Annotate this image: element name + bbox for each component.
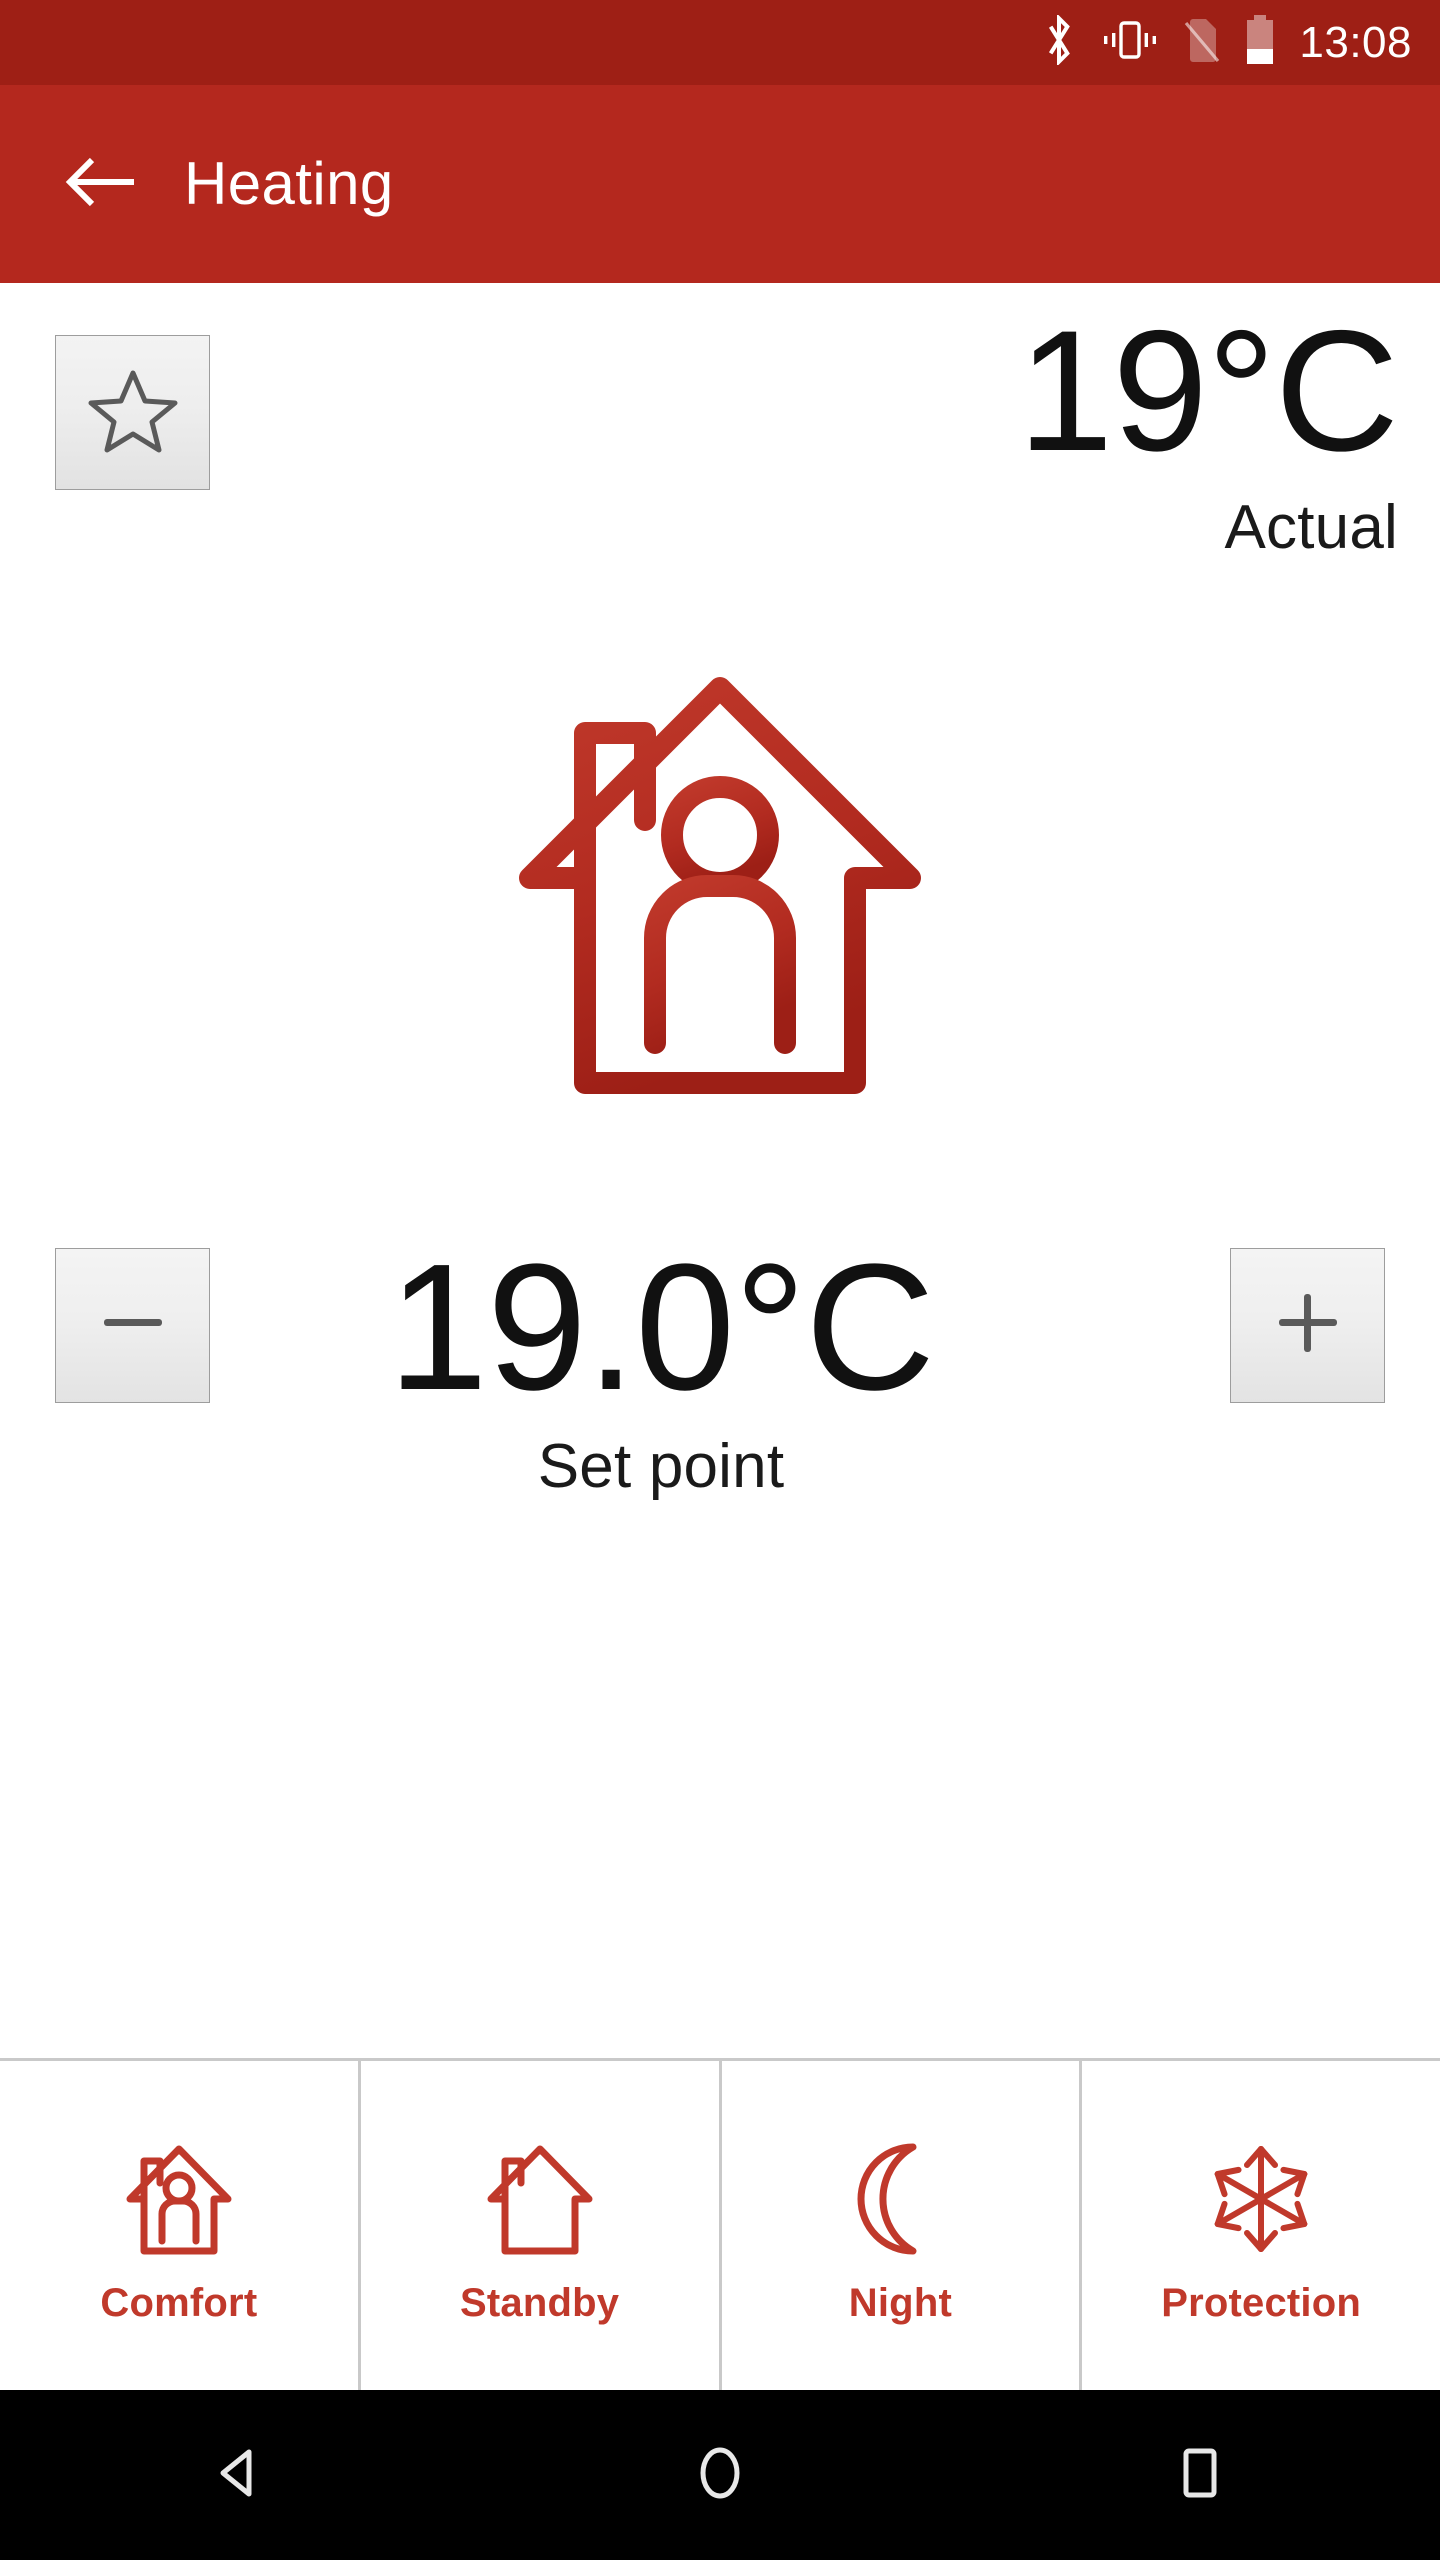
mode-label: Comfort <box>100 2280 258 2325</box>
setpoint-block: 19.0°C Set point <box>0 1238 1440 1498</box>
battery-icon <box>1243 14 1277 71</box>
android-home-button[interactable] <box>630 2390 810 2560</box>
house-with-person-icon <box>470 628 970 1118</box>
crescent-moon-icon <box>845 2129 955 2269</box>
main-content: 19°C Actual 19.0°C Set point <box>0 283 1440 2058</box>
mode-button-night[interactable]: Night <box>721 2061 1080 2390</box>
android-navigation-bar <box>0 2390 1440 2560</box>
mode-button-comfort[interactable]: Comfort <box>0 2061 358 2390</box>
star-outline-icon <box>87 365 179 460</box>
status-bar-clock: 13:08 <box>1299 17 1412 67</box>
setpoint-label: Set point <box>537 1432 785 1501</box>
arrow-left-icon <box>64 152 140 217</box>
actual-temperature-block: 19°C Actual <box>1017 295 1399 562</box>
setpoint-value: 19.0°C <box>387 1227 935 1428</box>
status-bar-icons <box>1039 13 1277 71</box>
no-sim-icon <box>1181 15 1223 70</box>
increase-setpoint-button[interactable] <box>1230 1248 1385 1403</box>
android-back-button[interactable] <box>150 2390 330 2560</box>
status-bar: 13:08 <box>0 0 1440 85</box>
plus-icon <box>1273 1288 1343 1363</box>
mode-button-standby[interactable]: Standby <box>360 2061 719 2390</box>
house-with-person-icon <box>115 2129 243 2269</box>
vibrate-icon <box>1099 17 1161 68</box>
back-button[interactable] <box>42 124 162 244</box>
page-title: Heating <box>184 150 394 217</box>
mode-label: Standby <box>460 2280 620 2325</box>
actual-temperature-label: Actual <box>1224 493 1398 562</box>
bluetooth-icon <box>1039 13 1079 70</box>
house-empty-icon <box>476 2129 604 2269</box>
mode-label: Protection <box>1161 2280 1362 2325</box>
android-recents-button[interactable] <box>1110 2390 1290 2560</box>
square-icon <box>1169 2442 1231 2509</box>
circle-icon <box>689 2442 751 2509</box>
actual-temperature-value: 19°C <box>1017 295 1399 487</box>
mode-bar: Comfort Standby Night Protection <box>0 2058 1440 2390</box>
snowflake-icon <box>1197 2129 1325 2269</box>
mode-button-protection[interactable]: Protection <box>1082 2061 1440 2390</box>
app-bar: Heating <box>0 85 1440 283</box>
triangle-left-icon <box>209 2442 271 2509</box>
mode-label: Night <box>848 2280 952 2325</box>
favorite-button[interactable] <box>55 335 210 490</box>
